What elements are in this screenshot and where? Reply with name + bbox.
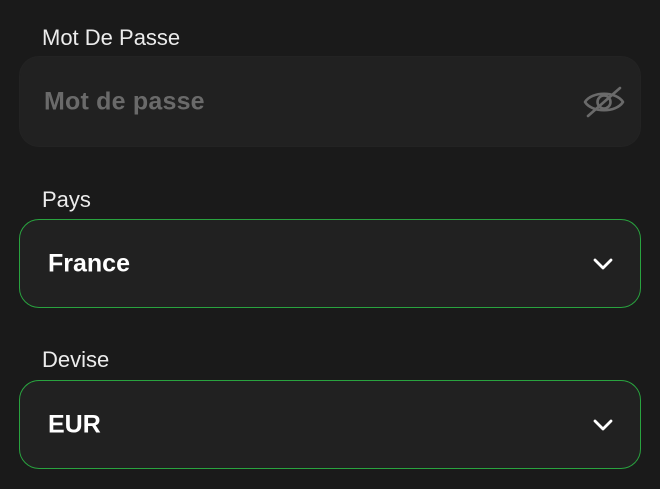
country-select[interactable]: France <box>19 219 641 308</box>
chevron-down-icon <box>592 257 614 271</box>
currency-selected-value: EUR <box>48 410 101 438</box>
password-field[interactable]: Mot de passe <box>19 56 641 147</box>
password-label: Mot De Passe <box>42 25 181 50</box>
currency-select[interactable]: EUR <box>19 380 641 469</box>
chevron-down-icon <box>592 418 614 432</box>
password-placeholder: Mot de passe <box>44 87 205 115</box>
country-selected-value: France <box>48 249 130 277</box>
country-label: Pays <box>42 187 91 212</box>
registration-form: Mot De Passe Mot de passe Pays France De… <box>0 0 660 489</box>
eye-slash-icon[interactable] <box>582 85 626 119</box>
currency-label: Devise <box>42 347 110 372</box>
